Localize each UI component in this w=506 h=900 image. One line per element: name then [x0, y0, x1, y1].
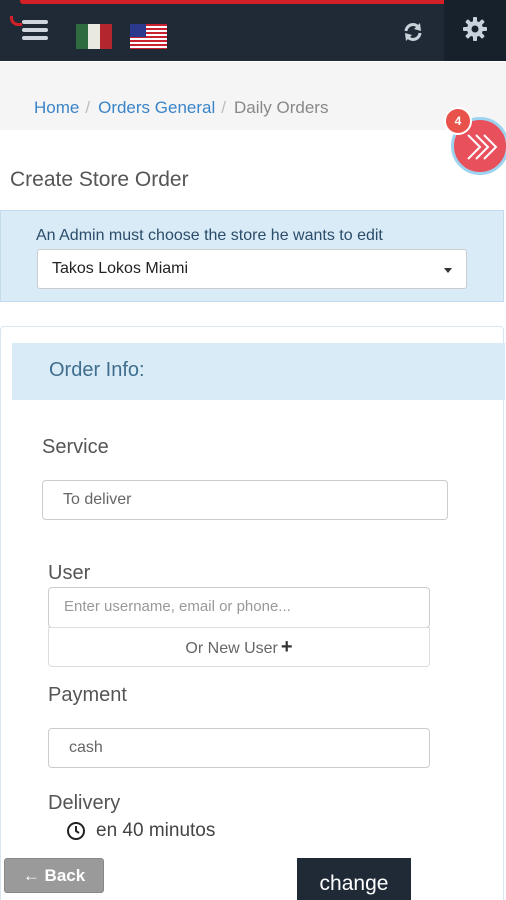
caret-down-icon: [444, 268, 452, 273]
payment-value: cash: [69, 739, 103, 756]
service-select[interactable]: To deliver: [42, 480, 448, 520]
delivery-label: Delivery: [48, 792, 121, 814]
admin-note: An Admin must choose the store he wants …: [36, 227, 383, 244]
user-search-input[interactable]: Enter username, email or phone...: [48, 587, 430, 628]
new-user-button[interactable]: Or New User +: [48, 627, 430, 667]
menu-icon[interactable]: [10, 14, 50, 48]
double-chevron-right-icon: [467, 134, 498, 160]
user-search-placeholder: Enter username, email or phone...: [64, 598, 291, 615]
gear-icon[interactable]: [460, 14, 490, 44]
plus-icon: +: [280, 636, 293, 658]
refresh-icon[interactable]: [398, 17, 428, 47]
breadcrumb-home[interactable]: Home: [34, 98, 79, 118]
store-select[interactable]: Takos Lokos Miami: [37, 249, 467, 289]
breadcrumb-bar: Home / Orders General / Daily Orders: [0, 62, 506, 130]
breadcrumb-current: Daily Orders: [234, 98, 329, 117]
change-button[interactable]: change: [297, 858, 411, 900]
service-value: To deliver: [63, 491, 132, 508]
page-title: Create Store Order: [10, 168, 189, 191]
store-select-value: Takos Lokos Miami: [52, 260, 189, 277]
delivery-time: en 40 minutos: [66, 820, 215, 842]
breadcrumb: Home / Orders General / Daily Orders: [34, 98, 328, 118]
notification-badge: 4: [444, 107, 472, 135]
service-label: Service: [42, 436, 109, 458]
admin-store-selector: An Admin must choose the store he wants …: [0, 210, 504, 302]
panel-heading: Order Info:: [12, 343, 505, 400]
flag-usa-icon[interactable]: [130, 24, 167, 49]
delivery-time-text: en 40 minutos: [96, 820, 216, 841]
arrow-left-icon: ←: [22, 866, 45, 885]
breadcrumb-orders-general[interactable]: Orders General: [98, 98, 215, 118]
payment-label: Payment: [48, 684, 127, 706]
back-button[interactable]: ← Back: [4, 858, 104, 893]
breadcrumb-separator: /: [85, 98, 91, 117]
breadcrumb-separator: /: [221, 98, 226, 117]
accent-line: [20, 0, 466, 4]
top-navbar: [0, 0, 506, 61]
settings-area: [444, 0, 506, 61]
payment-select[interactable]: cash: [48, 728, 430, 768]
panel-title: Order Info:: [49, 359, 145, 381]
change-label: change: [319, 872, 389, 895]
new-user-label: Or New User: [185, 640, 278, 657]
flag-mexico-icon[interactable]: [76, 24, 112, 49]
back-label: Back: [44, 866, 86, 885]
clock-icon: [67, 822, 85, 840]
user-label: User: [48, 562, 91, 584]
